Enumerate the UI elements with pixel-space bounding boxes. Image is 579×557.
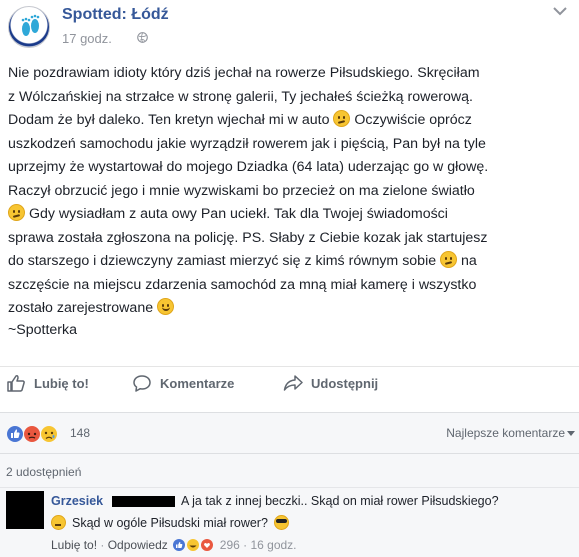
post-header: Spotted: Łódź 17 godz. (0, 0, 579, 58)
post-line: Nie pozdrawiam idioty który dziś jechał … (8, 65, 480, 81)
post-line: uprzejmy że wystartował do mojego Dziadk… (8, 159, 489, 175)
comment-item: Grzesiek A ja tak z innej beczki.. Skąd … (0, 488, 579, 557)
share-arrow-icon (283, 375, 303, 391)
comment-label: Komentarze (160, 375, 235, 391)
page-name[interactable]: Spotted: Łódź (62, 6, 169, 24)
reaction-icons[interactable] (6, 424, 66, 444)
commenter-avatar[interactable] (6, 491, 44, 529)
post-line: uszkodzeń samochodu jakie wyrządził rowe… (8, 135, 486, 152)
page-avatar[interactable] (8, 6, 50, 48)
footprints-icon (21, 14, 40, 36)
commenter-name[interactable]: Grzesiek (51, 494, 103, 508)
globe-icon (137, 32, 148, 43)
post-line: Gdy wysiadłam z auta owy Pan uciekł. Tak… (8, 203, 574, 227)
post-text: Nie pozdrawiam idioty który dziś jechał … (8, 62, 574, 321)
chevron-down-icon[interactable] (553, 6, 567, 16)
confused-emoji-icon (440, 251, 458, 268)
meta-separator: · (239, 538, 251, 552)
post-line: do starszego i dziewczyny zamiast mierzy… (8, 251, 477, 269)
comment-button[interactable]: Komentarze (132, 373, 234, 393)
sunglasses-emoji-icon (273, 515, 289, 530)
thinking-emoji-icon (51, 515, 66, 530)
post-line: sprawa została zgłoszona na policję. PS.… (8, 229, 488, 246)
post-time[interactable]: 17 godz. (62, 31, 112, 46)
share-label: Udostępnij (311, 375, 379, 391)
like-button[interactable]: Lubię to! (6, 373, 89, 393)
smile-emoji-icon (157, 298, 175, 315)
shares-bar: 2 udostępnień (0, 454, 579, 488)
angry-reaction-icon (24, 426, 40, 442)
post-line: zostało zarejestrowane (8, 297, 574, 321)
sad-reaction-icon (41, 426, 57, 442)
like-label: Lubię to! (34, 375, 89, 391)
share-button[interactable]: Udostępnij (283, 373, 378, 393)
confused-emoji-icon (333, 110, 351, 127)
comment-reaction-icons[interactable] (172, 538, 216, 552)
comment-text-line1: A ja tak z innej beczki.. Skąd on miał r… (181, 494, 499, 508)
post-signature: ~Spotterka (8, 322, 78, 338)
comment-icon (133, 375, 151, 392)
comment-reaction-count[interactable]: 296 (220, 538, 240, 552)
like-reaction-icon (7, 426, 23, 442)
redaction-bar (112, 496, 175, 507)
post-actions: Lubię to! Komentarze Udostępnij (0, 366, 579, 400)
reactions-bar: 148 Najlepsze komentarze (0, 412, 579, 454)
post-line: szczęście na miejscu zdarzenia samochód … (8, 276, 477, 293)
comment-text-line2: Skąd w ogóle Piłsudski miał rower? (72, 515, 268, 530)
post-line: Raczył obrzucić jego i mnie wyzwiskami b… (8, 182, 475, 199)
haha-reaction-icon (186, 539, 199, 551)
comment-like-link[interactable]: Lubię to! (51, 538, 97, 552)
reaction-count[interactable]: 148 (70, 426, 90, 440)
shares-count-link[interactable]: 2 udostępnień (6, 465, 81, 479)
comment-sort-dropdown[interactable]: Najlepsze komentarze (446, 426, 565, 440)
comment-meta: Lubię to! · Odpowiedz 296 · 16 godz. (51, 538, 297, 552)
comment-time[interactable]: 16 godz. (250, 538, 296, 552)
confused-emoji-icon (8, 204, 25, 221)
caret-down-icon[interactable] (567, 431, 575, 436)
post-line: z Wólczańskiej na strzałce w stronę gale… (8, 88, 473, 105)
comment-reply-link[interactable]: Odpowiedz (108, 538, 168, 552)
thumbs-up-icon (7, 375, 25, 392)
post-line: Dodam że był daleko. Ten kretyn wjechał … (8, 110, 472, 128)
meta-separator: · (97, 538, 108, 552)
comment-text-line2-row: Skąd w ogóle Piłsudski miał rower? (51, 515, 289, 530)
